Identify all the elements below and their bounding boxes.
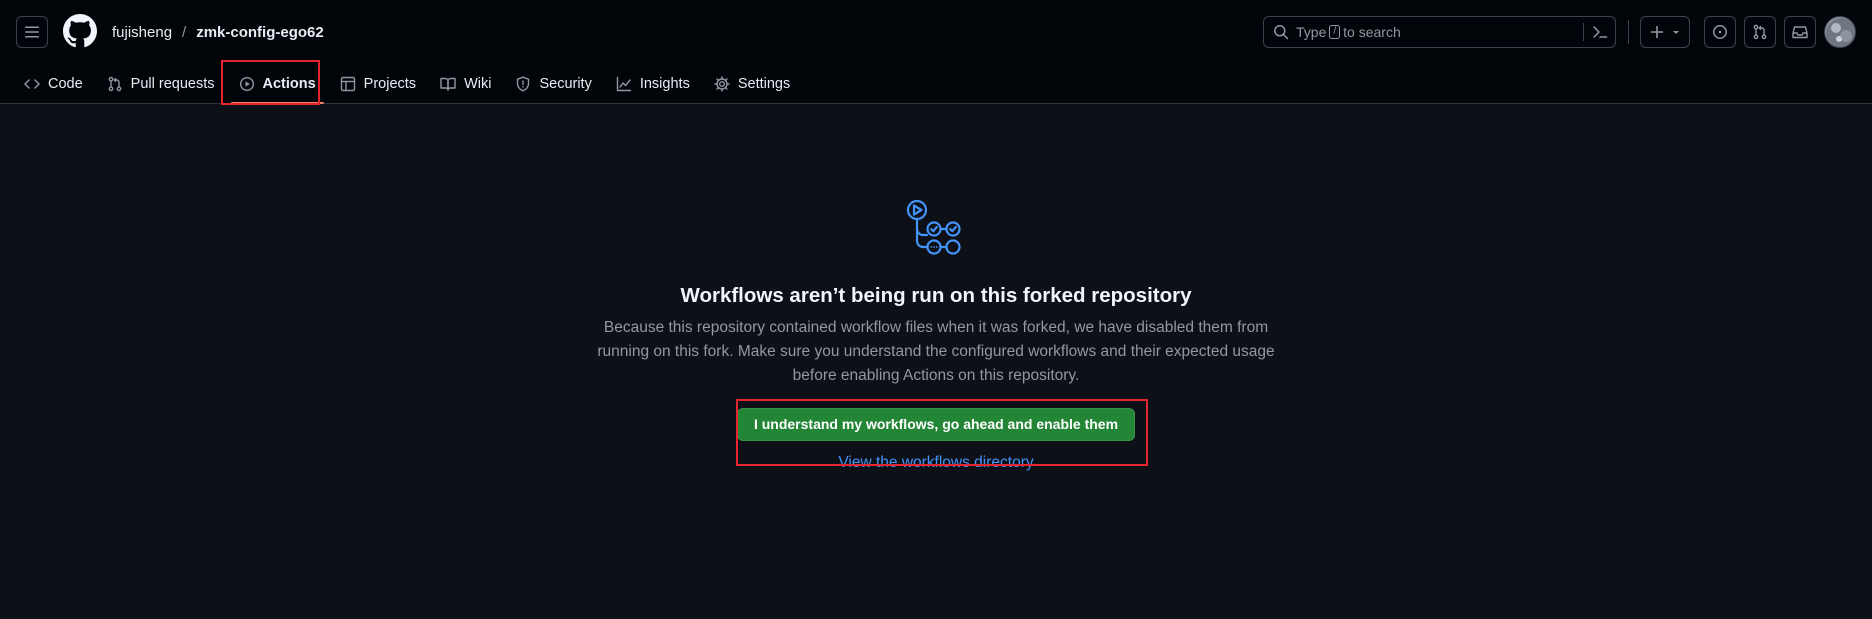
triangle-down-icon: [1673, 31, 1679, 34]
view-workflows-directory-link[interactable]: View the workflows directory: [560, 452, 1312, 474]
gear-icon: [714, 76, 730, 92]
tab-label: Code: [48, 76, 83, 92]
repo-owner-link[interactable]: fujisheng: [112, 24, 172, 41]
tab-label: Insights: [639, 76, 690, 92]
tab-actions[interactable]: Actions: [230, 68, 324, 104]
repo-name-link[interactable]: zmk-config-ego62: [196, 24, 324, 41]
tab-label: Projects: [363, 76, 417, 92]
user-avatar[interactable]: [1824, 16, 1856, 48]
enable-workflows-button[interactable]: I understand my workflows, go ahead and …: [736, 408, 1136, 441]
tab-label: Actions: [262, 76, 316, 92]
breadcrumb-separator: /: [182, 23, 187, 41]
blankslate-description: Because this repository contained workfl…: [597, 319, 1275, 384]
issues-button[interactable]: [1704, 16, 1736, 48]
graph-icon: [616, 76, 632, 92]
repo-navigation: Code Pull requests Actions Projects Wiki…: [16, 64, 806, 104]
global-header: fujisheng / zmk-config-ego62 Type / to s…: [0, 0, 1872, 104]
avatar-image-icon: [1826, 18, 1855, 47]
tab-wiki[interactable]: Wiki: [432, 68, 499, 100]
table-icon: [340, 76, 355, 92]
search-placeholder-prefix: Type: [1296, 24, 1327, 40]
inbox-button[interactable]: [1784, 16, 1816, 48]
menu-button[interactable]: [16, 16, 48, 48]
code-icon: [24, 79, 40, 89]
header-top-row: fujisheng / zmk-config-ego62 Type / to s…: [0, 0, 1872, 64]
git-pull-request-icon: [1753, 24, 1767, 40]
search-placeholder-suffix: to search: [1343, 24, 1401, 40]
command-palette-icon[interactable]: [1592, 24, 1608, 40]
play-icon: [239, 76, 254, 92]
tab-label: Wiki: [464, 76, 492, 92]
inbox-icon: [1792, 26, 1808, 39]
plus-icon: [1650, 25, 1664, 39]
tab-pull-requests[interactable]: Pull requests: [99, 68, 223, 100]
blankslate-heading: Workflows aren’t being run on this forke…: [680, 284, 1192, 307]
tab-settings[interactable]: Settings: [706, 68, 798, 100]
tab-projects[interactable]: Projects: [332, 68, 424, 100]
issue-opened-icon: [1713, 25, 1727, 39]
pull-request-icon: [108, 76, 122, 92]
actions-disabled-blankslate: Workflows aren’t being run on this forke…: [560, 200, 1312, 474]
tab-label: Security: [539, 76, 592, 92]
github-logo-icon[interactable]: [63, 14, 97, 48]
search-divider: [1583, 23, 1584, 41]
workflow-icon: [906, 200, 961, 255]
search-input[interactable]: Type / to search: [1263, 16, 1616, 48]
search-icon: [1274, 25, 1289, 40]
tab-label: Settings: [737, 76, 791, 92]
book-icon: [440, 77, 456, 91]
breadcrumb: fujisheng / zmk-config-ego62: [112, 22, 324, 42]
tab-code[interactable]: Code: [16, 68, 91, 100]
search-shortcut-key: /: [1329, 25, 1341, 39]
create-new-button[interactable]: [1640, 16, 1690, 48]
header-divider: [1628, 20, 1629, 44]
tab-label: Pull requests: [130, 76, 215, 92]
shield-icon: [517, 76, 530, 92]
tab-insights[interactable]: Insights: [608, 68, 698, 100]
pull-requests-button[interactable]: [1744, 16, 1776, 48]
hamburger-icon: [25, 26, 39, 38]
tab-security[interactable]: Security: [507, 68, 599, 100]
